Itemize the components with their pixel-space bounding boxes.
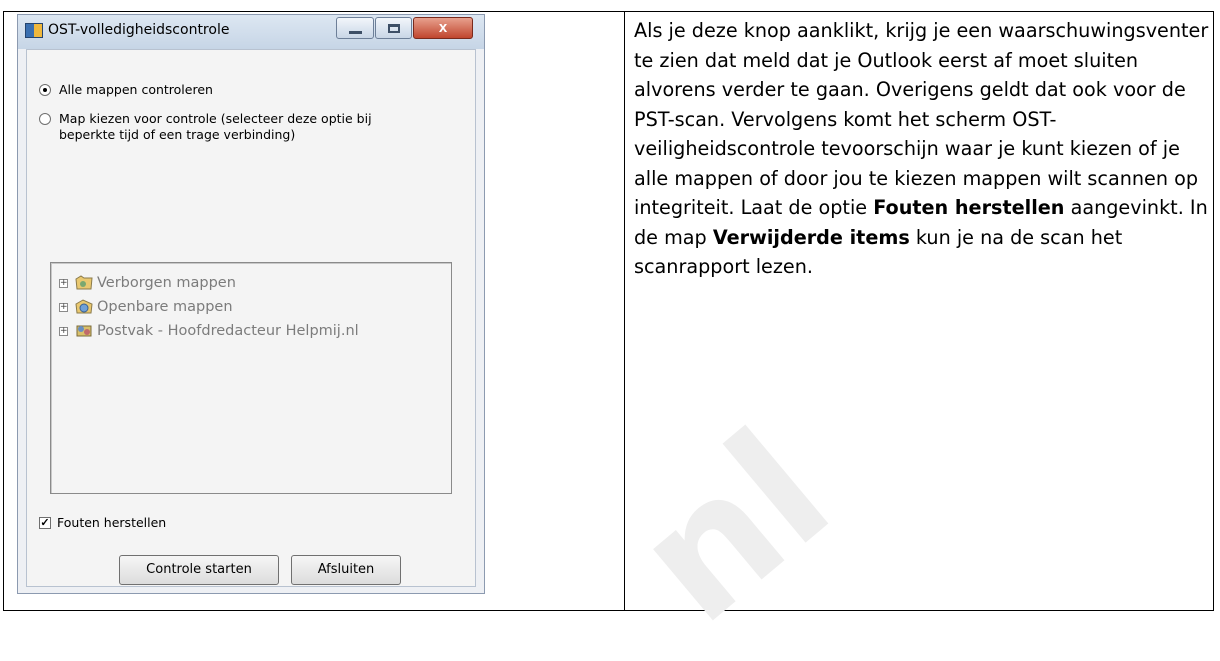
description-text: Als je deze knop aanklikt, krijg je een …: [634, 16, 1209, 282]
tree-item-label: Verborgen mappen: [97, 275, 236, 291]
maximize-button[interactable]: [375, 17, 412, 39]
description-part-1: Als je deze knop aanklikt, krijg je een …: [634, 19, 1209, 219]
description-bold-fix-errors: Fouten herstellen: [873, 196, 1065, 219]
table-cell-divider: [624, 12, 625, 610]
expand-icon[interactable]: +: [59, 279, 68, 288]
minimize-button[interactable]: [336, 17, 374, 39]
app-icon: [25, 23, 43, 38]
public-folders-icon: [75, 299, 93, 314]
close-window-button[interactable]: x: [413, 17, 473, 39]
dialog-titlebar: OST-volledigheidscontrole x: [18, 15, 484, 49]
option-all-label: Alle mappen controleren: [59, 82, 213, 97]
tree-item-label: Postvak - Hoofdredacteur Helpmij.nl: [97, 323, 359, 339]
mailbox-icon: [76, 325, 92, 337]
description-bold-deleted-items: Verwijderde items: [712, 225, 910, 249]
radio-all-folders[interactable]: [39, 84, 51, 96]
close-icon: x: [438, 19, 448, 36]
ost-dialog-screenshot: OST-volledigheidscontrole x Alle mappen …: [17, 14, 485, 594]
folder-tree[interactable]: + Verborgen mappen + Openbare mappen + P…: [50, 262, 452, 494]
start-check-button[interactable]: Controle starten: [119, 555, 279, 585]
minimize-icon: [349, 31, 362, 34]
fix-errors-label: Fouten herstellen: [57, 515, 167, 530]
option-choose-label: Map kiezen voor controle (selecteer deze…: [59, 111, 372, 142]
hidden-folders-icon: [75, 275, 93, 290]
radio-choose-folder[interactable]: [39, 113, 51, 125]
fix-errors-checkbox[interactable]: ✓: [39, 517, 51, 529]
maximize-icon: [388, 24, 400, 33]
dialog-title: OST-volledigheidscontrole: [48, 22, 230, 38]
expand-icon[interactable]: +: [59, 303, 68, 312]
dialog-body: Alle mappen controleren Map kiezen voor …: [26, 49, 476, 587]
tree-item-label: Openbare mappen: [97, 299, 233, 315]
close-button[interactable]: Afsluiten: [291, 555, 401, 585]
expand-icon[interactable]: +: [59, 327, 68, 336]
